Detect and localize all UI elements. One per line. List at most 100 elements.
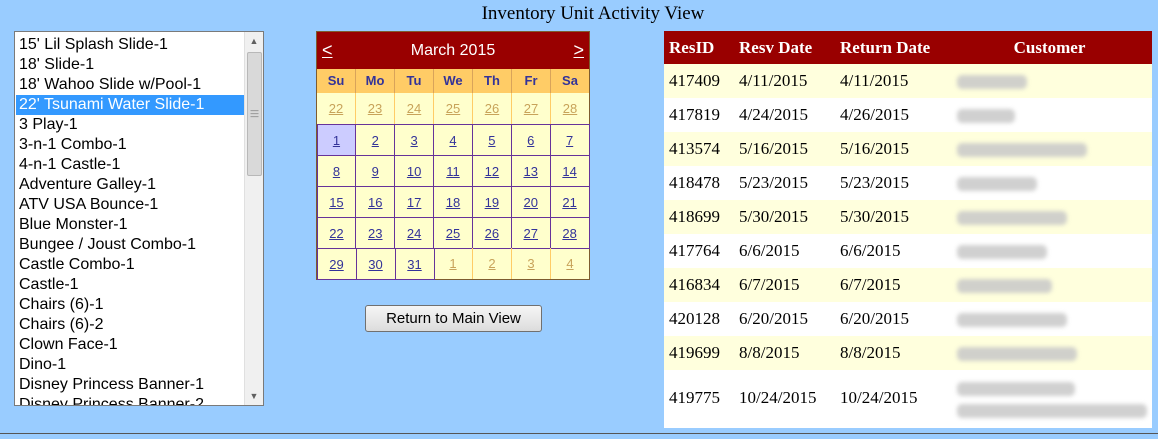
calendar-day[interactable]: 25 [433,216,473,249]
unit-list-item[interactable]: 15' Lil Splash Slide-1 [16,35,244,55]
day-of-week-label: We [434,69,473,93]
scroll-down-arrow-icon[interactable]: ▼ [245,387,263,405]
calendar-day-other-month[interactable]: 1 [434,248,473,279]
day-of-week-row: Su Mo Tu We Th Fr Sa [317,69,589,93]
calendar-day[interactable]: 1 [316,123,357,156]
calendar-day[interactable]: 28 [549,216,590,249]
scroll-up-arrow-icon[interactable]: ▲ [245,32,263,50]
calendar-day[interactable]: 8 [316,154,357,187]
calendar-day-other-month[interactable]: 3 [512,248,551,279]
redacted-name-blur [957,211,1067,226]
listbox-scrollbar[interactable]: ▲ — — — ▼ [244,32,263,405]
calendar-day[interactable]: 30 [355,247,396,280]
unit-list-item[interactable]: Clown Face-1 [16,335,244,355]
calendar-day[interactable]: 24 [394,216,435,249]
calendar: < March 2015 > Su Mo Tu We Th Fr Sa 22 23 24 25 26… [316,31,590,280]
customer-cell-redacted [947,370,1152,426]
redacted-name-blur [957,143,1087,158]
return-to-main-view-button[interactable]: Return to Main View [365,305,542,332]
table-cell-ret: 6/20/2015 [840,309,909,328]
calendar-day-other-month[interactable]: 4 [551,248,589,279]
unit-list-item[interactable]: Chairs (6)-1 [16,295,244,315]
calendar-month-label: March 2015 [410,42,496,59]
table-row: 417764 6/6/2015 6/6/2015 [664,234,1152,268]
day-of-week-label: Th [473,69,512,93]
inventory-unit-listbox[interactable]: 15' Lil Splash Slide-1 18' Slide-1 18' Wah… [14,31,264,406]
column-header: Customer [1013,38,1086,57]
calendar-day[interactable]: 20 [510,185,551,218]
reservations-table-header: ResID Resv Date Return Date Customer [664,31,1152,64]
calendar-day[interactable]: 3 [394,123,435,156]
calendar-day[interactable]: 14 [549,154,590,187]
calendar-day[interactable]: 18 [433,185,473,218]
calendar-day[interactable]: 22 [316,216,357,249]
unit-list-item[interactable]: Castle Combo-1 [16,255,244,275]
unit-list-item[interactable]: 18' Slide-1 [16,55,244,75]
table-row: 416834 6/7/2015 6/7/2015 [664,268,1152,302]
table-cell-resv: 6/6/2015 [739,241,800,260]
unit-list-item[interactable]: Blue Monster-1 [16,215,244,235]
calendar-day[interactable]: 5 [471,123,512,156]
calendar-day-other-month[interactable]: 22 [317,93,356,124]
redacted-name-blur [957,382,1075,396]
calendar-day-other-month[interactable]: 2 [473,248,512,279]
unit-list-item[interactable]: Disney Princess Banner-2 [16,395,244,405]
table-cell-resv: 5/30/2015 [739,207,808,226]
calendar-day[interactable]: 17 [394,185,435,218]
unit-list-item[interactable]: Disney Princess Banner-1 [16,375,244,395]
calendar-day[interactable]: 13 [510,154,551,187]
calendar-day[interactable]: 31 [394,247,435,280]
calendar-day[interactable]: 19 [471,185,512,218]
bottom-divider [0,433,1158,434]
table-cell-id: 419775 [669,388,720,407]
unit-list-item[interactable]: Chairs (6)-2 [16,315,244,335]
unit-list-item[interactable]: 22' Tsunami Water Slide-1 [16,95,244,115]
column-header: ResID [669,38,715,57]
table-cell-id: 416834 [669,275,720,294]
column-header: Return Date [840,38,931,57]
calendar-day[interactable]: 9 [355,154,396,187]
calendar-day-other-month[interactable]: 28 [551,93,589,124]
unit-list-item[interactable]: 3 Play-1 [16,115,244,135]
calendar-day[interactable]: 21 [549,185,590,218]
calendar-day[interactable]: 10 [394,154,435,187]
calendar-day-other-month[interactable]: 27 [512,93,551,124]
calendar-day[interactable]: 27 [510,216,551,249]
calendar-day-other-month[interactable]: 23 [356,93,395,124]
calendar-day[interactable]: 16 [355,185,396,218]
table-cell-resv: 6/20/2015 [739,309,808,328]
unit-list-item[interactable]: Dino-1 [16,355,244,375]
calendar-day[interactable]: 6 [510,123,551,156]
prev-month-link[interactable]: < [322,32,333,69]
calendar-day[interactable]: 26 [471,216,512,249]
next-month-link[interactable]: > [573,32,584,69]
unit-list-item[interactable]: Bungee / Joust Combo-1 [16,235,244,255]
scrollbar-thumb[interactable]: — — — [247,52,262,176]
calendar-day-other-month[interactable]: 25 [434,93,473,124]
calendar-day[interactable]: 11 [433,154,473,187]
unit-list-item[interactable]: ATV USA Bounce-1 [16,195,244,215]
unit-list-item[interactable]: Castle-1 [16,275,244,295]
calendar-day[interactable]: 15 [316,185,357,218]
unit-list-item[interactable]: Adventure Galley-1 [16,175,244,195]
calendar-week-row: 15 16 17 18 19 20 21 [316,185,590,218]
table-cell-ret: 5/23/2015 [840,173,909,192]
calendar-day[interactable]: 4 [433,123,473,156]
customer-cell-redacted [947,302,1152,336]
calendar-day-other-month[interactable]: 26 [473,93,512,124]
unit-list-item[interactable]: 18' Wahoo Slide w/Pool-1 [16,75,244,95]
calendar-day[interactable]: 29 [316,247,357,280]
table-cell-ret: 8/8/2015 [840,343,901,362]
calendar-day-other-month[interactable]: 24 [395,93,434,124]
unit-list-item[interactable]: 4-n-1 Castle-1 [16,155,244,175]
redacted-name-blur [957,245,1047,260]
calendar-week-row: 1234567 [316,123,590,156]
table-row: 417409 4/11/2015 4/11/2015 [664,64,1152,98]
table-cell-ret: 5/16/2015 [840,139,909,158]
calendar-day[interactable]: 12 [471,154,512,187]
unit-list-item[interactable]: 3-n-1 Combo-1 [16,135,244,155]
calendar-day[interactable]: 7 [549,123,590,156]
calendar-day[interactable]: 2 [355,123,396,156]
calendar-day[interactable]: 23 [355,216,396,249]
table-cell-ret: 5/30/2015 [840,207,909,226]
